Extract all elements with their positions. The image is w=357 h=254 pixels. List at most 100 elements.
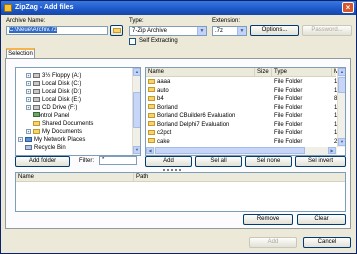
filter-label: Filter: — [79, 158, 94, 164]
file-name: cake — [157, 138, 170, 145]
file-list-scrollbar[interactable]: ▲ ▼ — [337, 68, 345, 147]
tree-item[interactable]: + My Documents — [26, 128, 82, 136]
filter-value: * — [102, 157, 105, 163]
tree-item[interactable]: + Local Disk (D:) — [26, 88, 81, 96]
recycle-bin-icon — [25, 144, 32, 150]
extension-label: Extension: — [212, 18, 241, 24]
cd-icon — [33, 104, 40, 110]
folder-tree[interactable]: +3½ Floppy (A:) + Local Disk (C:) + Local Di… — [15, 67, 141, 156]
extension-select[interactable]: .7z ▼ — [212, 26, 247, 36]
file-row[interactable]: auto File Folder 1 — [146, 87, 337, 95]
add-folder-button[interactable]: Add folder — [15, 156, 70, 167]
file-name-cell: c2pct — [148, 129, 255, 137]
tree-item[interactable]: Shared Documents — [26, 120, 93, 128]
file-name: Borland — [157, 104, 178, 111]
tree-item[interactable]: +3½ Floppy (A:) — [26, 72, 81, 80]
scroll-thumb[interactable] — [338, 77, 345, 93]
file-row[interactable]: Borland CBuilder6 Evaluation File Folder 1 — [146, 112, 337, 120]
scroll-right-icon[interactable]: ▶ — [328, 147, 336, 154]
tree-item-label: My Network Places — [34, 137, 86, 143]
file-name: b4 — [157, 96, 164, 102]
folder-icon — [148, 138, 155, 144]
title-bar[interactable]: ZipZag - Add files × — [1, 1, 356, 15]
tree-item-label: CD Drive (F:) — [42, 105, 78, 111]
type-select[interactable]: 7-Zip Archive ▼ — [129, 26, 207, 36]
archive-name-label: Archive Name: — [6, 18, 46, 24]
file-row[interactable]: Borland Delphi7 Evaluation File Folder 1 — [146, 121, 337, 129]
add-button[interactable]: Add — [249, 237, 297, 248]
column-name[interactable]: Name — [146, 68, 255, 77]
tree-item[interactable]: + Local Disk (C:) — [26, 80, 81, 88]
expander-icon[interactable]: + — [26, 104, 31, 110]
expander-icon[interactable]: + — [18, 136, 23, 142]
tree-item[interactable]: + Local Disk (E:) — [26, 96, 81, 104]
filter-input[interactable]: * — [99, 156, 137, 165]
select-invert-button[interactable]: Sel invert — [295, 156, 346, 167]
file-name-cell: Borland — [148, 104, 255, 112]
selection-panel: +3½ Floppy (A:) + Local Disk (C:) + Local Di… — [5, 58, 351, 229]
splitter-grip[interactable] — [163, 167, 193, 171]
scroll-left-icon[interactable]: ◀ — [146, 147, 154, 154]
folder-icon — [148, 121, 155, 127]
scroll-down-icon[interactable]: ▼ — [133, 146, 140, 154]
add-files-window: ZipZag - Add files × Archive Name: C:\Ne… — [0, 0, 357, 254]
scroll-up-icon[interactable]: ▲ — [338, 68, 345, 76]
scroll-thumb[interactable] — [133, 92, 140, 128]
column-name[interactable]: Name — [16, 173, 134, 182]
tree-item-label: Local Disk (D:) — [42, 89, 82, 95]
self-extracting-checkbox[interactable] — [129, 38, 136, 45]
clear-button[interactable]: Clear — [297, 214, 346, 225]
scroll-down-icon[interactable]: ▼ — [338, 138, 345, 146]
tree-item[interactable]: + My Network Places — [18, 136, 85, 144]
self-extracting-label: Self Extracting — [139, 38, 178, 44]
window-title: ZipZag - Add files — [15, 4, 74, 11]
expander-icon[interactable]: + — [26, 72, 31, 78]
file-name: Borland CBuilder6 Evaluation — [157, 113, 236, 119]
remove-button[interactable]: Remove — [243, 214, 293, 225]
expander-icon[interactable]: + — [26, 128, 31, 134]
column-size[interactable]: Size — [255, 68, 272, 77]
file-row[interactable]: b4File Folder8/ — [146, 95, 339, 103]
expander-icon[interactable]: + — [26, 88, 31, 94]
archive-name-input[interactable]: C:\Neue\Archiv.7z — [6, 26, 108, 35]
folder-open-icon — [112, 28, 121, 33]
expander-icon[interactable]: + — [26, 80, 31, 86]
file-row[interactable]: aaaa File Folder 1 — [146, 78, 337, 86]
file-name-cell: Borland Delphi7 Evaluation — [148, 121, 255, 129]
file-list-hscrollbar[interactable]: ◀ ▶ — [146, 147, 337, 155]
expander-icon[interactable]: + — [26, 96, 31, 102]
file-row[interactable]: c2pct File Folder 1 — [146, 129, 337, 137]
file-row[interactable]: Borland File Folder 1 — [146, 104, 337, 112]
cancel-button[interactable]: Cancel — [303, 237, 351, 248]
file-list[interactable]: Name Size Type M aaaaFile Folder1autoFil… — [145, 67, 346, 156]
tree-item-label: Recycle Bin — [34, 145, 66, 151]
folder-icon — [33, 120, 40, 126]
file-list-header: Name Size Type M — [146, 68, 339, 77]
column-type[interactable]: Type — [272, 68, 332, 77]
file-name-cell: Borland CBuilder6 Evaluation — [148, 112, 255, 120]
selected-files-list[interactable]: Name Path — [15, 172, 346, 212]
column-path[interactable]: Path — [134, 173, 345, 182]
select-none-button[interactable]: Sel none — [245, 156, 292, 167]
type-label: Type: — [129, 18, 144, 24]
folder-icon — [148, 112, 155, 118]
browse-button[interactable] — [110, 25, 123, 36]
tree-scrollbar[interactable]: ▲ ▼ — [132, 68, 140, 155]
options-button[interactable]: Options... — [250, 25, 299, 36]
file-type: File Folder — [274, 121, 303, 128]
type-value: 7-Zip Archive — [132, 28, 168, 34]
control-panel-icon — [33, 112, 40, 117]
tree-item[interactable]: Control Panel — [26, 112, 69, 120]
close-button[interactable]: × — [342, 2, 354, 13]
scroll-up-icon[interactable]: ▲ — [133, 68, 140, 76]
hscroll-thumb[interactable] — [155, 147, 305, 154]
add-files-button[interactable]: Add — [145, 156, 192, 167]
file-row[interactable]: cake File Folder 2 — [146, 138, 337, 146]
file-name: aaaa — [157, 79, 171, 85]
file-name-cell: aaaa — [148, 78, 255, 86]
select-all-button[interactable]: Sel all — [195, 156, 242, 167]
password-button[interactable]: Password... — [302, 25, 352, 36]
tree-item[interactable]: + CD Drive (F:) — [26, 104, 77, 112]
tree-item[interactable]: Recycle Bin — [18, 144, 66, 152]
tree-item-label: Shared Documents — [42, 121, 94, 127]
